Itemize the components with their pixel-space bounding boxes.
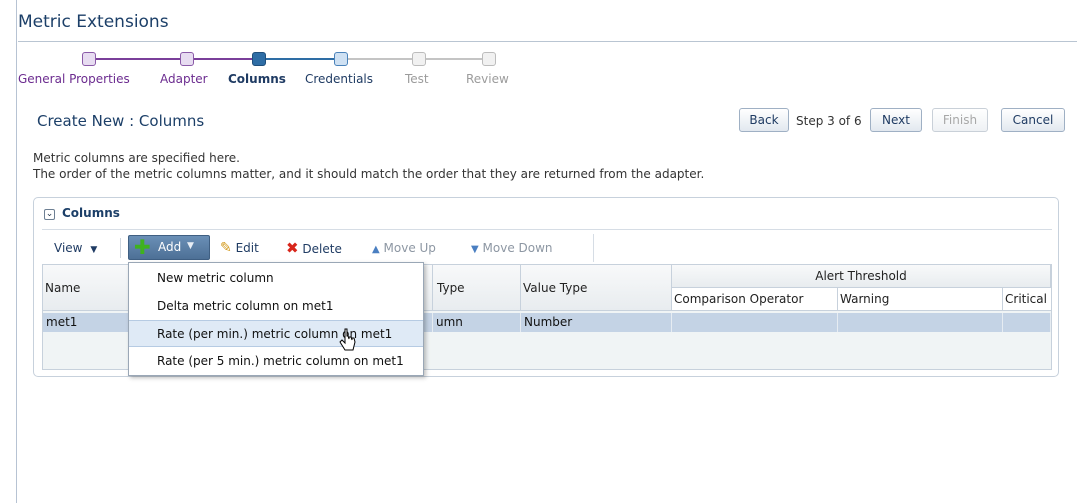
view-menu[interactable]: View ▼ [54, 238, 97, 258]
add-dropdown-menu: New metric column Delta metric column on… [128, 262, 424, 376]
train-stop-review [482, 52, 496, 66]
section-title: Create New : Columns [37, 112, 205, 130]
add-label: Add [158, 240, 182, 254]
edit-label: Edit [235, 241, 259, 255]
edit-button[interactable]: ✎ Edit [220, 238, 259, 258]
train-label-general[interactable]: General Properties [18, 72, 130, 86]
move-down-button[interactable]: ▼ Move Down [471, 238, 553, 258]
header-alert-threshold-label: Alert Threshold [815, 269, 907, 283]
menu-item-delta-metric-column[interactable]: Delta metric column on met1 [129, 293, 423, 320]
menu-item-rate-per-5-min[interactable]: Rate (per 5 min.) metric column on met1 [129, 348, 423, 375]
train-stop-columns [252, 52, 266, 66]
cell-type: umn [433, 313, 521, 332]
view-label: View [54, 241, 83, 255]
move-down-label: Move Down [482, 241, 553, 255]
description-line-2: The order of the metric columns matter, … [33, 167, 705, 181]
panel-divider [42, 229, 1052, 230]
header-alert-threshold: Alert Threshold [672, 265, 1051, 288]
table-toolbar: View ▼ ✚ Add ▼ ✎ Edit ✖ Delete ▲ Move Up… [42, 234, 594, 262]
train-label-credentials[interactable]: Credentials [305, 72, 373, 86]
chevron-down-icon: ▼ [187, 241, 194, 251]
train-connector [266, 58, 334, 60]
train-label-adapter[interactable]: Adapter [160, 72, 208, 86]
pencil-icon: ✎ [220, 240, 232, 256]
delete-label: Delete [302, 242, 342, 256]
header-critical-label: Critical [1005, 292, 1047, 306]
panel-title: Columns [62, 206, 120, 220]
next-button[interactable]: Next [870, 108, 922, 132]
menu-item-rate-per-min[interactable]: Rate (per min.) metric column on met1 [129, 320, 423, 347]
header-warning[interactable]: Warning [838, 288, 1003, 311]
train-stop-credentials[interactable] [334, 52, 348, 66]
train-connector [194, 58, 252, 60]
train-stop-adapter[interactable] [180, 52, 194, 66]
page-title: Metric Extensions [18, 12, 169, 32]
header-critical[interactable]: Critical [1003, 288, 1051, 311]
triangle-down-icon: ▼ [471, 244, 479, 255]
train-stop-test [412, 52, 426, 66]
cancel-button[interactable]: Cancel [1001, 108, 1065, 132]
header-type[interactable]: Type [433, 265, 521, 311]
step-indicator: Step 3 of 6 [796, 114, 862, 128]
move-up-label: Move Up [383, 241, 436, 255]
triangle-up-icon: ▲ [372, 244, 380, 255]
move-up-button[interactable]: ▲ Move Up [372, 238, 436, 258]
train-connector [96, 58, 180, 60]
description-line-1: Metric columns are specified here. [33, 151, 240, 165]
menu-item-new-metric-column[interactable]: New metric column [129, 265, 423, 292]
header-value-type[interactable]: Value Type [521, 265, 672, 311]
header-warning-label: Warning [840, 292, 890, 306]
cell-value-type: Number [521, 313, 672, 332]
mouse-pointer-icon [339, 328, 356, 351]
back-button[interactable]: Back [739, 108, 789, 132]
plus-icon: ✚ [134, 235, 151, 259]
train-label-review: Review [466, 72, 509, 86]
collapse-toggle-icon[interactable]: ⌄ [44, 209, 55, 220]
cell-comparison-operator [672, 313, 838, 332]
cell-warning [838, 313, 1003, 332]
header-comparison-operator[interactable]: Comparison Operator [672, 288, 838, 311]
add-button[interactable]: ✚ Add ▼ [128, 235, 210, 260]
header-name-label: Name [45, 281, 81, 295]
train-stop-general[interactable] [82, 52, 96, 66]
header-value-type-label: Value Type [523, 281, 588, 295]
toolbar-separator [120, 238, 121, 258]
chevron-down-icon: ▼ [90, 245, 98, 255]
train-connector [426, 58, 482, 60]
train-connector [348, 58, 412, 60]
title-divider [18, 41, 1077, 42]
train-label-test: Test [405, 72, 429, 86]
finish-button: Finish [932, 108, 988, 132]
header-comparison-operator-label: Comparison Operator [674, 292, 804, 306]
delete-button[interactable]: ✖ Delete [286, 238, 342, 258]
delete-x-icon: ✖ [286, 239, 299, 257]
header-type-label: Type [437, 281, 465, 295]
train-label-columns: Columns [228, 72, 286, 86]
cell-critical [1003, 313, 1051, 332]
